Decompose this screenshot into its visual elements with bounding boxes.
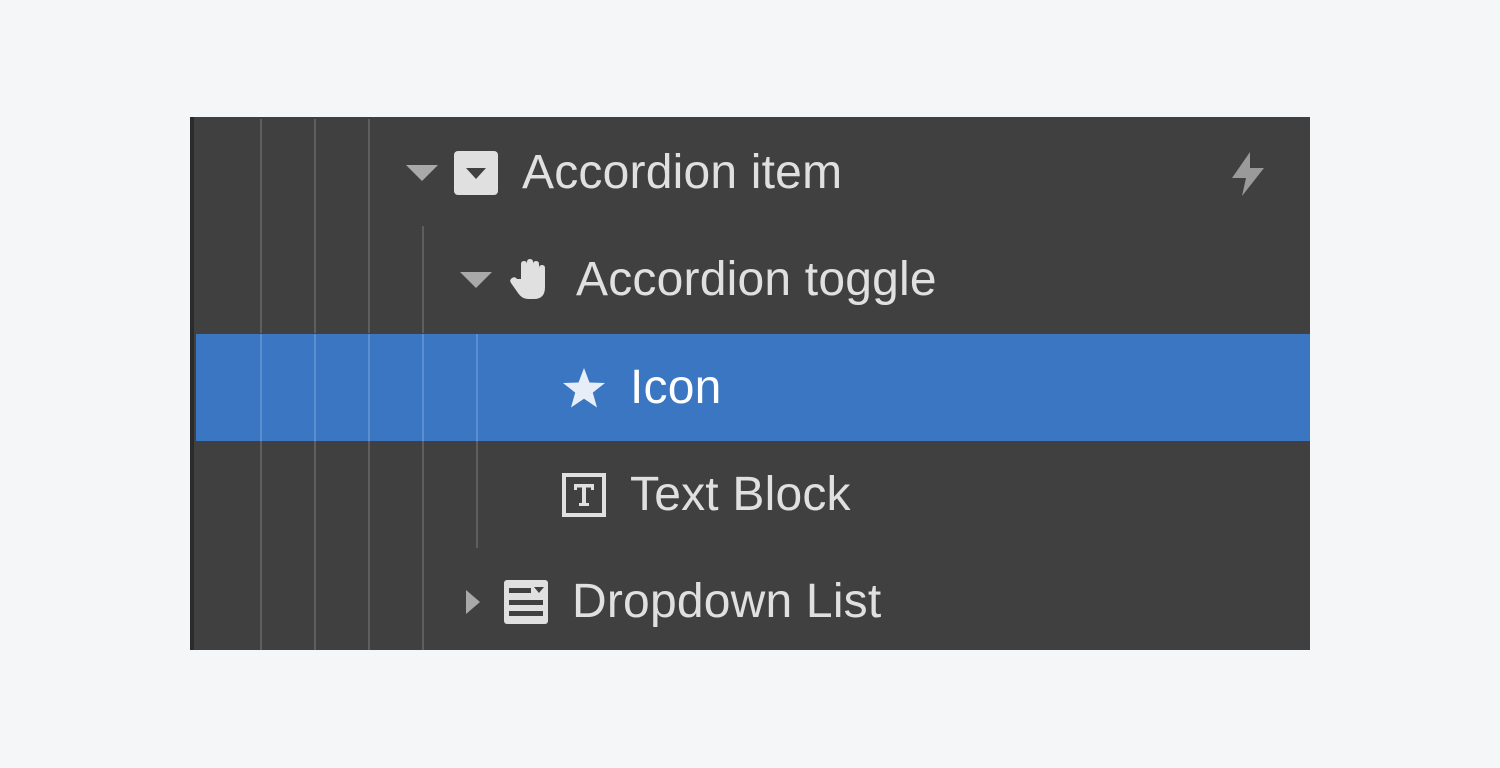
tree-guide-line xyxy=(260,226,262,333)
tree-guide-line xyxy=(260,441,262,548)
tree-guide-line xyxy=(314,334,316,441)
collapse-caret-icon[interactable] xyxy=(406,164,438,181)
tree-guide-line xyxy=(368,226,370,333)
accordion-item-icon xyxy=(452,149,500,197)
tree-guide-line xyxy=(422,334,424,441)
tree-guide-line xyxy=(422,226,424,333)
tree-guide-line xyxy=(260,548,262,650)
navigator-item-accordion-item[interactable]: Accordion item xyxy=(196,119,1310,226)
tree-guide-line xyxy=(314,441,316,548)
collapse-caret-icon[interactable] xyxy=(460,271,492,288)
star-icon xyxy=(560,364,608,412)
navigator-item-label: Dropdown List xyxy=(572,575,882,628)
lightning-bolt-icon[interactable] xyxy=(1228,152,1268,196)
tree-guide-line xyxy=(422,548,424,650)
navigator-item-text-block[interactable]: Text Block xyxy=(196,441,1310,548)
tree-guide-line xyxy=(314,119,316,226)
tree-guide-line xyxy=(260,119,262,226)
tree-guide-line xyxy=(314,548,316,650)
hand-pointer-icon xyxy=(506,256,554,304)
navigator-item-label: Accordion item xyxy=(522,146,843,199)
tree-guide-line xyxy=(422,441,424,548)
tree-guide-line xyxy=(368,441,370,548)
navigator-item-label: Accordion toggle xyxy=(576,253,937,306)
text-block-icon xyxy=(560,471,608,519)
tree-guide-line xyxy=(476,441,478,548)
tree-guide-line xyxy=(314,226,316,333)
navigator-item-icon[interactable]: Icon xyxy=(196,334,1310,441)
navigator-item-label: Icon xyxy=(630,361,722,414)
expand-caret-icon[interactable] xyxy=(466,589,480,614)
navigator-item-accordion-toggle[interactable]: Accordion toggle xyxy=(196,226,1310,333)
dropdown-list-icon xyxy=(502,578,550,626)
tree-guide-line xyxy=(368,119,370,226)
tree-guide-line xyxy=(260,334,262,441)
navigator-item-label: Text Block xyxy=(630,468,851,521)
navigator-item-dropdown-list[interactable]: Dropdown List xyxy=(196,548,1310,650)
panel-left-edge xyxy=(190,117,194,650)
navigator-panel: Accordion item Accordion toggle Icon Tex… xyxy=(190,117,1310,650)
tree-guide-line xyxy=(476,334,478,441)
tree-guide-line xyxy=(368,548,370,650)
tree-guide-line xyxy=(368,334,370,441)
